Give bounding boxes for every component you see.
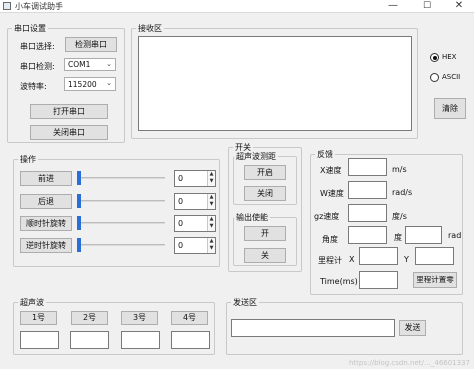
send-button[interactable]: 发送 <box>399 320 426 336</box>
odometer-x-field[interactable] <box>359 247 398 265</box>
forward-spinbox[interactable]: 0 ▲ ▼ <box>174 170 216 187</box>
output-on-button[interactable]: 开 <box>244 226 286 241</box>
clockwise-button[interactable]: 顺时针旋转 <box>20 216 72 231</box>
ultrasonic-2-field[interactable] <box>70 331 109 349</box>
spin-arrows-icon[interactable]: ▲ ▼ <box>207 216 215 231</box>
serial-settings-title: 串口设置 <box>14 24 46 33</box>
angle-deg-field[interactable] <box>348 226 387 244</box>
angle-rad-unit: rad <box>448 231 462 240</box>
ultrasonic-3-field[interactable] <box>121 331 160 349</box>
app-icon <box>3 2 11 10</box>
forward-button[interactable]: 前进 <box>20 171 72 186</box>
clear-button[interactable]: 清除 <box>434 98 466 119</box>
ranging-on-button[interactable]: 开启 <box>244 165 286 180</box>
chevron-down-icon: ⌄ <box>106 79 112 87</box>
spin-arrows-icon[interactable]: ▲ ▼ <box>207 171 215 186</box>
odometer-y-field[interactable] <box>415 247 454 265</box>
spin-arrows-icon[interactable]: ▲ ▼ <box>207 194 215 209</box>
output-off-button[interactable]: 关 <box>244 248 286 263</box>
send-input[interactable] <box>231 319 395 337</box>
port-select-label: 串口选择: <box>20 42 55 51</box>
ultrasonic-1-field[interactable] <box>20 331 59 349</box>
counterclockwise-button[interactable]: 逆时针旋转 <box>20 238 72 253</box>
receive-textarea[interactable] <box>138 36 412 131</box>
baud-value: 115200 <box>68 79 97 89</box>
gz-speed-unit: 度/s <box>392 212 407 221</box>
w-speed-label: W速度 <box>320 189 344 198</box>
backward-slider-track <box>77 200 165 202</box>
ascii-radio[interactable] <box>430 73 439 82</box>
ultrasonic-title: 超声波 <box>20 298 44 307</box>
angle-deg-unit: 度 <box>394 233 402 242</box>
output-enable-title: 输出使能 <box>236 213 268 222</box>
ultrasonic-4-field[interactable] <box>171 331 210 349</box>
backward-slider-handle[interactable] <box>77 194 81 208</box>
backward-value: 0 <box>178 197 184 206</box>
x-speed-unit: m/s <box>392 165 407 174</box>
odometer-label: 里程计 <box>318 256 342 265</box>
ultrasonic-ranging-title: 超声波测距 <box>236 152 276 161</box>
forward-slider-track <box>77 177 165 179</box>
detect-port-button[interactable]: 检测串口 <box>65 37 117 52</box>
clockwise-slider-handle[interactable] <box>77 216 81 230</box>
send-area-title: 发送区 <box>233 298 257 307</box>
window-title: 小车调试助手 <box>15 2 63 11</box>
operation-title: 操作 <box>20 155 36 164</box>
counterclockwise-slider-track <box>77 244 165 246</box>
clockwise-slider-track <box>77 222 165 224</box>
open-port-button[interactable]: 打开串口 <box>30 104 108 119</box>
counterclockwise-slider-handle[interactable] <box>77 238 81 252</box>
ascii-label: ASCII <box>442 73 461 81</box>
chevron-down-icon: ⌄ <box>106 60 112 68</box>
port-value: COM1 <box>68 60 91 69</box>
ultrasonic-1-button[interactable]: 1号 <box>20 311 57 325</box>
clockwise-spinbox[interactable]: 0 ▲ ▼ <box>174 215 216 232</box>
forward-value: 0 <box>178 174 184 183</box>
feedback-title: 反馈 <box>317 150 333 159</box>
baud-combo[interactable]: 115200 ⌄ <box>64 77 116 91</box>
minimize-icon[interactable]: — <box>378 0 408 13</box>
counterclockwise-spinbox[interactable]: 0 ▲ ▼ <box>174 237 216 254</box>
baud-label: 波特率: <box>20 82 47 91</box>
time-label: Time(ms) <box>320 277 358 286</box>
receive-area-title: 接收区 <box>138 24 162 33</box>
watermark: https://blog.csdn.net/…_46601337 <box>348 359 470 367</box>
angle-label: 角度 <box>322 235 338 244</box>
port-check-label: 串口检测: <box>20 62 55 71</box>
time-field[interactable] <box>359 271 398 289</box>
hex-label: HEX <box>442 53 457 61</box>
backward-button[interactable]: 后退 <box>20 194 72 209</box>
port-combo[interactable]: COM1 ⌄ <box>64 58 116 71</box>
counterclockwise-value: 0 <box>178 241 184 250</box>
backward-spinbox[interactable]: 0 ▲ ▼ <box>174 193 216 210</box>
ultrasonic-2-button[interactable]: 2号 <box>71 311 108 325</box>
w-speed-field[interactable] <box>348 181 387 199</box>
ranging-off-button[interactable]: 关闭 <box>244 186 286 201</box>
odometer-y-label: Y <box>404 255 409 264</box>
spin-arrows-icon[interactable]: ▲ ▼ <box>207 238 215 253</box>
forward-slider-handle[interactable] <box>77 171 81 185</box>
w-speed-unit: rad/s <box>392 188 413 197</box>
x-speed-field[interactable] <box>348 158 387 176</box>
odometer-x-label: X <box>349 255 355 264</box>
close-port-button[interactable]: 关闭串口 <box>30 125 108 140</box>
close-icon[interactable]: ✕ <box>444 0 474 13</box>
maximize-icon[interactable]: ☐ <box>412 0 442 13</box>
clockwise-value: 0 <box>178 219 184 228</box>
x-speed-label: X速度 <box>320 166 342 175</box>
odometer-reset-button[interactable]: 里程计置零 <box>413 272 457 288</box>
ultrasonic-3-button[interactable]: 3号 <box>121 311 158 325</box>
angle-rad-field[interactable] <box>405 226 442 244</box>
gz-speed-label: gz速度 <box>314 212 340 221</box>
hex-radio[interactable] <box>430 53 439 62</box>
ultrasonic-4-button[interactable]: 4号 <box>171 311 208 325</box>
gz-speed-field[interactable] <box>348 204 387 222</box>
